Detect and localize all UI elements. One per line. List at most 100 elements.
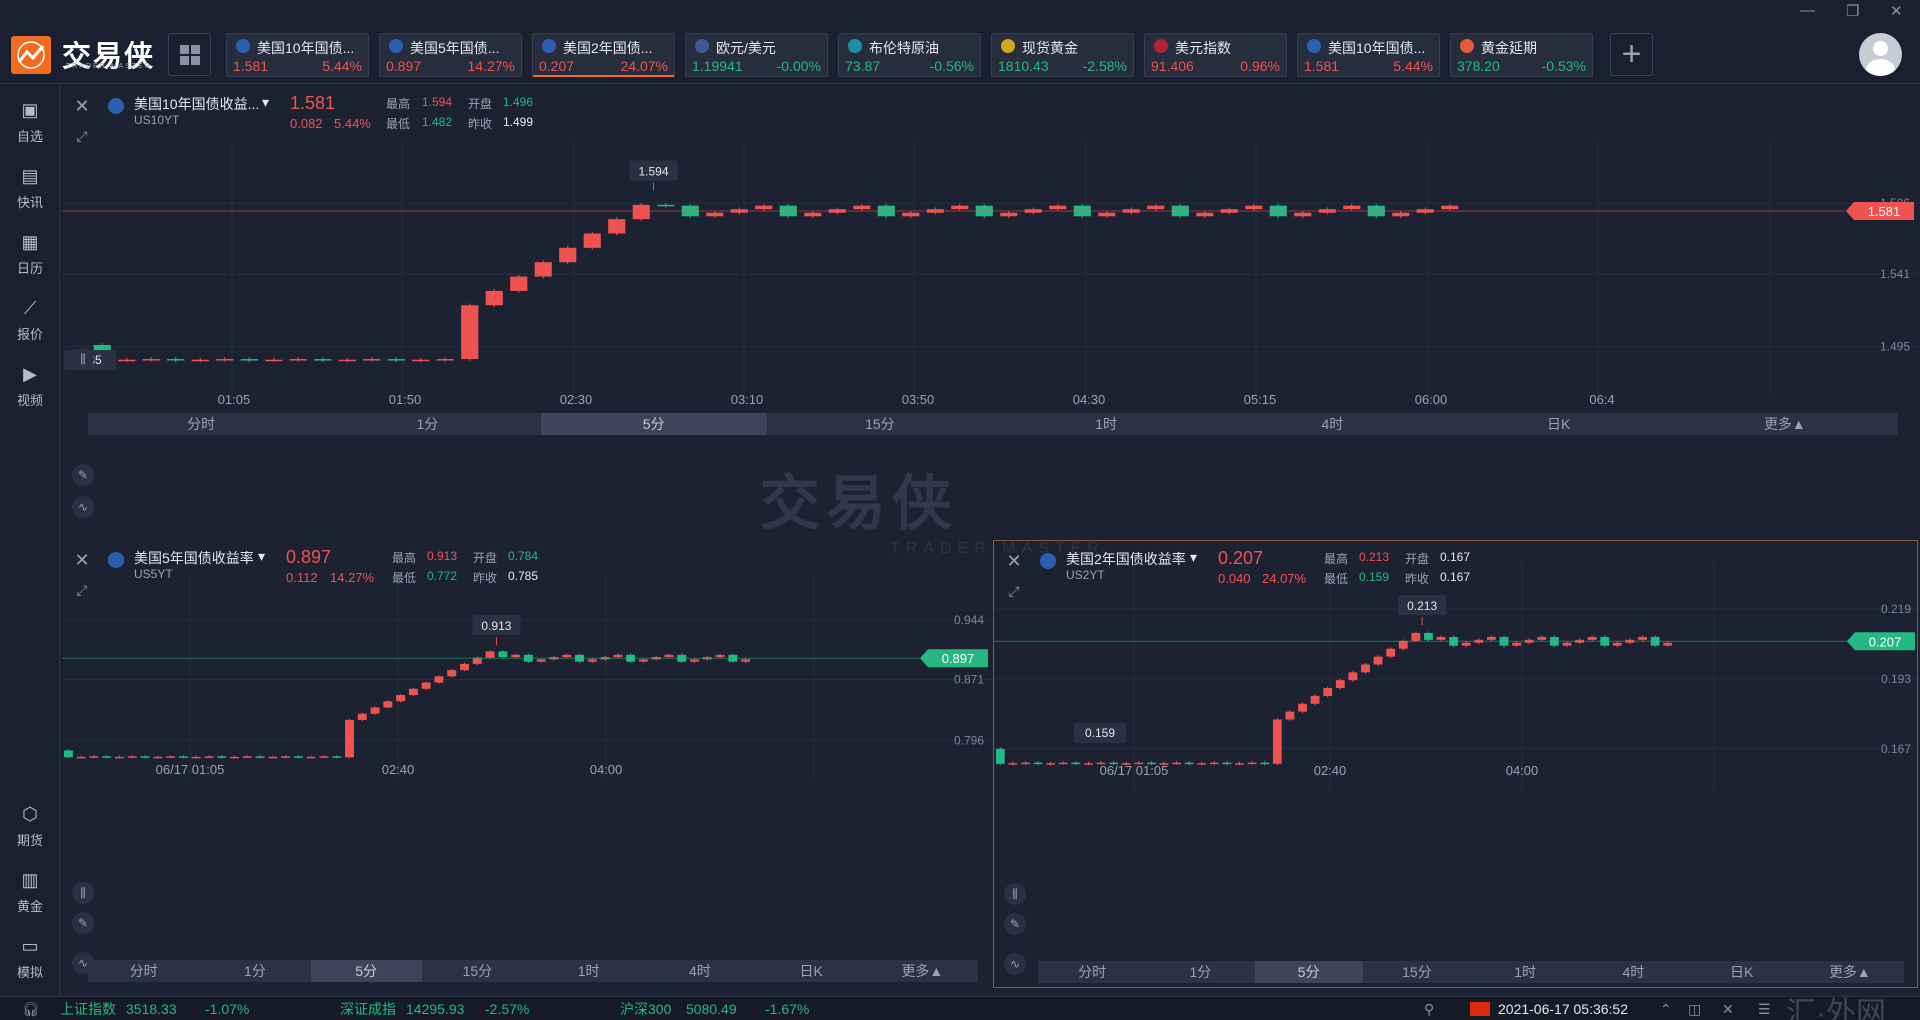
- period-tab[interactable]: 日K: [756, 960, 867, 982]
- nav-item[interactable]: ⟋ 报价: [0, 298, 60, 343]
- candle: [1323, 688, 1333, 696]
- period-tab[interactable]: 日K: [1446, 413, 1672, 435]
- x-tick-label: 04:00: [590, 762, 623, 777]
- headset-icon[interactable]: 🎧︎: [22, 997, 40, 1020]
- quote-card[interactable]: 现货黄金 1810.43 -2.58%: [991, 33, 1134, 77]
- chart-us2y[interactable]: 0.219 0.193 0.167 0.213 0.207 06/17 01:05 02:4…: [994, 541, 1918, 988]
- quote-card[interactable]: 美国5年国债... 0.897 14.27%: [379, 33, 522, 77]
- dropdown-caret-icon[interactable]: ▾: [262, 94, 269, 111]
- expand-icon[interactable]: ⤢: [1004, 583, 1024, 603]
- candle: [1398, 640, 1408, 649]
- instrument-title[interactable]: 美国5年国债收益率: [134, 548, 254, 568]
- quote-card[interactable]: 布伦特原油 73.87 -0.56%: [838, 33, 981, 77]
- draw-tool-icon[interactable]: ✎: [72, 912, 94, 934]
- chart-type-icon[interactable]: ∿: [72, 496, 94, 518]
- chart-us10y[interactable]: 1.5861.5411.4951.5941.58101:0501:5002:30…: [62, 86, 1918, 532]
- period-tab[interactable]: 1分: [1146, 961, 1254, 983]
- period-tab[interactable]: 5分: [1254, 961, 1363, 983]
- minimize-icon[interactable]: —: [1800, 2, 1815, 19]
- add-quote-button[interactable]: +: [1610, 33, 1653, 76]
- period-tab[interactable]: 4时: [1579, 961, 1687, 983]
- period-tab[interactable]: 15分: [767, 413, 993, 435]
- menu-icon[interactable]: ☰: [1758, 997, 1771, 1020]
- quote-card[interactable]: 美元指数 91.406 0.96%: [1144, 33, 1287, 77]
- period-tab[interactable]: 1时: [993, 413, 1219, 435]
- period-tab[interactable]: 更多▲: [867, 960, 978, 982]
- candle: [102, 756, 112, 758]
- period-tab[interactable]: 5分: [310, 960, 422, 982]
- period-tab[interactable]: 4时: [644, 960, 755, 982]
- candle: [1172, 762, 1181, 765]
- nav-item[interactable]: ▤ 快讯: [0, 166, 60, 211]
- index-value: 3518.33: [126, 1001, 177, 1017]
- index-name[interactable]: 上证指数: [60, 997, 116, 1020]
- layout-grid-button[interactable]: [168, 33, 211, 76]
- connection-icon[interactable]: ⚲: [1424, 997, 1434, 1020]
- period-tab[interactable]: 分时: [88, 413, 314, 435]
- expand-icon[interactable]: ⤢: [72, 128, 92, 148]
- chart-panel-us10y: 1.5861.5411.4951.5941.58101:0501:5002:30…: [62, 86, 1918, 532]
- period-tab[interactable]: 4时: [1219, 413, 1445, 435]
- period-tab[interactable]: 分时: [88, 960, 199, 982]
- last-price-tag-label: 1.581: [1868, 204, 1901, 219]
- quote-card[interactable]: 美国2年国债... 0.207 24.07%: [532, 33, 675, 77]
- period-tab[interactable]: 日K: [1688, 961, 1796, 983]
- draw-tool-icon[interactable]: ✎: [1004, 913, 1026, 935]
- period-tab[interactable]: 分时: [1038, 961, 1146, 983]
- candle: [1335, 680, 1345, 689]
- restore-icon[interactable]: ❐: [1846, 2, 1859, 20]
- indicator-tool-icon[interactable]: ⫼: [72, 348, 94, 370]
- app-root: 交易侠 TRADER MASTER 美国10年国债... 1.581 5.44% 美国…: [0, 0, 1920, 1020]
- user-avatar[interactable]: [1859, 33, 1902, 76]
- nav-item[interactable]: ▥ 黄金: [0, 870, 60, 915]
- signal-icon[interactable]: ⌃: [1660, 997, 1672, 1020]
- period-tab[interactable]: 更多▲: [1672, 413, 1898, 435]
- chart-us5y[interactable]: 0.944 0.871 0.796 0.913 0.897 06/17 01:05 02:4…: [62, 540, 992, 988]
- panel-header: ✕ ⤢ 美国10年国债收益... ▾ US10YT 1.581 0.082 5.…: [62, 86, 1918, 146]
- period-tab[interactable]: 15分: [422, 960, 533, 982]
- high-callout-label: 0.213: [1407, 599, 1437, 613]
- bar-chart-icon: [542, 39, 556, 53]
- quote-card[interactable]: 黄金延期 378.20 -0.53%: [1450, 33, 1593, 77]
- period-tab[interactable]: 1分: [314, 413, 540, 435]
- nav-label: 自选: [16, 129, 43, 144]
- candle: [559, 247, 577, 263]
- candle: [510, 276, 528, 291]
- period-tab[interactable]: 15分: [1363, 961, 1471, 983]
- nav-item[interactable]: ▶ 视频: [0, 364, 60, 409]
- expand-icon[interactable]: ⤢: [72, 582, 92, 602]
- tools-icon[interactable]: ✕: [1722, 997, 1734, 1020]
- index-name[interactable]: 深证成指: [340, 997, 396, 1020]
- dropdown-caret-icon[interactable]: ▾: [258, 548, 265, 565]
- close-panel-icon[interactable]: ✕: [72, 96, 92, 116]
- nav-item[interactable]: ▣ 自选: [0, 100, 60, 145]
- period-tab[interactable]: 更多▲: [1796, 961, 1904, 983]
- index-name[interactable]: 沪深300: [620, 997, 671, 1020]
- price-change-pct: 14.27%: [330, 570, 375, 585]
- quote-card[interactable]: 美国10年国债... 1.581 5.44%: [226, 33, 369, 77]
- nav-item[interactable]: ▭ 模拟: [0, 936, 60, 981]
- period-tab[interactable]: 1时: [1471, 961, 1579, 983]
- period-selector: 分时 1分 5分 15分 1时 4时 日K 更多▲: [88, 960, 978, 982]
- instrument-title[interactable]: 美国10年国债收益...: [134, 94, 259, 114]
- close-panel-icon[interactable]: ✕: [72, 550, 92, 570]
- dropdown-caret-icon[interactable]: ▾: [1190, 549, 1197, 566]
- nav-item[interactable]: ⬡ 期货: [0, 804, 60, 849]
- period-tab[interactable]: 1分: [199, 960, 310, 982]
- period-tab[interactable]: 1时: [533, 960, 644, 982]
- period-tab[interactable]: 5分: [540, 413, 767, 435]
- low-value: 0.159: [1359, 570, 1390, 584]
- quote-name: 布伦特原油: [869, 40, 939, 56]
- nav-item[interactable]: ▦ 日历: [0, 232, 60, 277]
- quote-name: 美国2年国债...: [563, 40, 653, 56]
- chart-type-icon[interactable]: ∿: [1004, 953, 1026, 975]
- draw-tool-icon[interactable]: ✎: [72, 464, 94, 486]
- high-callout-label: 0.913: [481, 619, 511, 633]
- indicator-tool-icon[interactable]: ⫼: [72, 882, 94, 904]
- quote-card[interactable]: 美国10年国债... 1.581 5.44%: [1297, 33, 1440, 77]
- indicator-tool-icon[interactable]: ⫼: [1004, 883, 1026, 905]
- window-icon[interactable]: ◫: [1688, 997, 1701, 1020]
- wallet-icon: ▭: [21, 936, 39, 956]
- close-window-icon[interactable]: ✕: [1890, 2, 1903, 20]
- quote-card[interactable]: 欧元/美元 1.19941 -0.00%: [685, 33, 828, 77]
